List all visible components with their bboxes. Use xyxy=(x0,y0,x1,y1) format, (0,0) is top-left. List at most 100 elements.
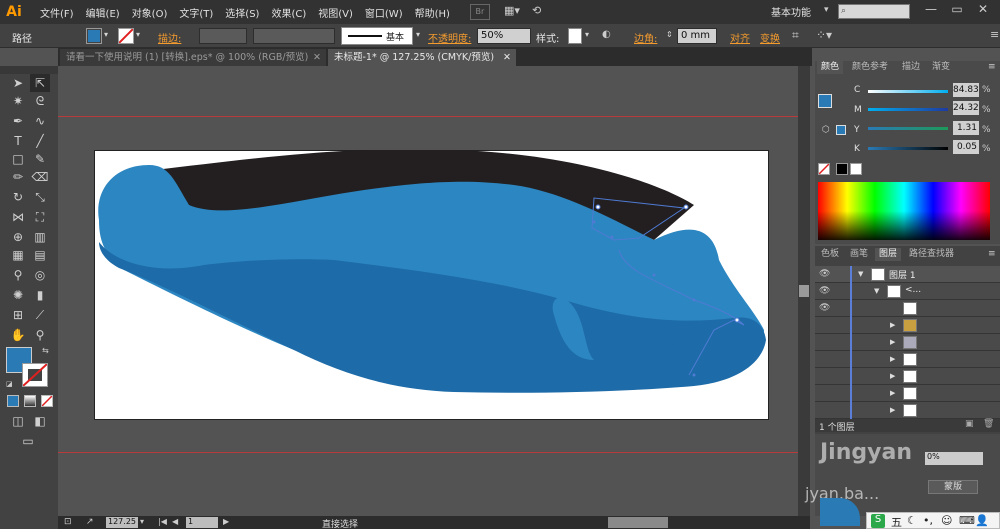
chevron-down-icon[interactable]: ▾ xyxy=(104,30,108,39)
horizontal-scrollbar-thumb[interactable] xyxy=(608,517,668,528)
arrange-documents-icon[interactable]: ▦▾ xyxy=(504,4,524,20)
graph-tool-icon[interactable]: ▮ xyxy=(30,286,50,304)
layer-row[interactable]: ▶ xyxy=(815,402,1000,419)
slice-tool-icon[interactable]: ⟋ xyxy=(30,306,50,324)
color-mode-button[interactable] xyxy=(7,395,19,407)
draw-mode-icon[interactable]: ◫ xyxy=(8,412,28,430)
hand-tool-icon[interactable]: ✋ xyxy=(8,326,28,344)
emoji-icon[interactable]: ☺ xyxy=(941,514,952,527)
moon-icon[interactable]: ☾ xyxy=(907,514,917,527)
stroke-weight-dropdown[interactable] xyxy=(199,28,247,44)
chevron-down-icon[interactable]: ▾ xyxy=(416,30,420,39)
variable-width-dropdown[interactable] xyxy=(253,28,335,44)
arrange-icon[interactable]: ⁘▾ xyxy=(816,28,832,42)
eye-icon[interactable]: 👁 xyxy=(819,303,833,313)
stroke-label[interactable]: 描边: xyxy=(158,30,181,45)
lasso-tool-icon[interactable]: ᘓ xyxy=(30,92,50,110)
chevron-right-icon[interactable]: ▶ xyxy=(890,406,895,414)
align-link[interactable]: 对齐 xyxy=(730,30,750,45)
opacity-label[interactable]: 不透明度: xyxy=(428,30,471,45)
chevron-down-icon[interactable]: ▼ xyxy=(874,287,879,295)
chevron-right-icon[interactable]: ▶ xyxy=(890,389,895,397)
out-of-gamut-swatch[interactable] xyxy=(836,125,846,135)
panel-menu-icon[interactable]: ≡ xyxy=(988,249,996,259)
paintbrush-tool-icon[interactable]: ✎ xyxy=(30,150,50,168)
slider-m[interactable] xyxy=(868,108,948,111)
ime-mode[interactable]: 五 xyxy=(891,514,902,529)
menu-window[interactable]: 窗口(W) xyxy=(359,5,409,20)
brush-definition-dropdown[interactable]: 基本 xyxy=(341,27,413,45)
stroke-color-box[interactable] xyxy=(22,363,48,387)
artboard-nav-icon[interactable]: ⊡ xyxy=(64,517,72,527)
keyboard-icon[interactable]: ⌨ xyxy=(959,514,975,527)
layer-row[interactable]: ▶ xyxy=(815,334,1000,351)
layer-name[interactable]: 图层 1 xyxy=(889,268,916,281)
corner-label[interactable]: 边角: xyxy=(634,30,657,45)
scrollbar-thumb[interactable] xyxy=(799,285,809,297)
recolor-icon[interactable]: ◐ xyxy=(602,29,611,40)
eraser-tool-icon[interactable]: ⌫ xyxy=(30,168,50,186)
slider-y[interactable] xyxy=(868,127,948,130)
magic-wand-tool-icon[interactable]: ✷ xyxy=(8,92,28,110)
make-mask-button[interactable]: 蒙版 xyxy=(928,480,978,494)
eye-icon[interactable]: 👁 xyxy=(819,286,833,296)
layer-row[interactable]: 👁 ▼ <... xyxy=(815,283,1000,300)
type-tool-icon[interactable]: T xyxy=(8,132,28,150)
artwork[interactable] xyxy=(94,150,769,420)
tab-pathfinder[interactable]: 路径查找器 xyxy=(905,248,958,261)
selection-tool-icon[interactable]: ➤ xyxy=(8,74,28,92)
chevron-down-icon[interactable]: ▾ xyxy=(136,30,140,39)
tab-swatches[interactable]: 色板 xyxy=(817,248,843,261)
tab-color-guide[interactable]: 颜色参考 xyxy=(848,61,892,74)
minimize-icon[interactable]: — xyxy=(920,2,942,20)
pen-tool-icon[interactable]: ✒ xyxy=(8,112,28,130)
perspective-grid-tool-icon[interactable]: ▥ xyxy=(30,228,50,246)
layer-row[interactable]: ▶ xyxy=(815,368,1000,385)
chevron-down-icon[interactable]: ▾ xyxy=(585,30,589,39)
layer-row[interactable]: 👁 xyxy=(815,300,1000,317)
color-spectrum[interactable] xyxy=(818,182,990,240)
chevron-right-icon[interactable]: ▶ xyxy=(890,321,895,329)
chevron-right-icon[interactable]: ▶ xyxy=(890,372,895,380)
isolate-icon[interactable]: ⌗ xyxy=(792,28,799,43)
panel-menu-icon[interactable]: ≡ xyxy=(990,28,999,41)
layer-row[interactable]: ▶ xyxy=(815,317,1000,334)
fill-swatch[interactable] xyxy=(86,28,102,44)
draw-behind-icon[interactable]: ◧ xyxy=(30,412,50,430)
eye-icon[interactable]: 👁 xyxy=(819,269,833,279)
tab-color[interactable]: 颜色 xyxy=(817,61,844,74)
direct-selection-tool-icon[interactable]: ⇱ xyxy=(30,74,50,92)
eyedropper-tool-icon[interactable]: ⚲ xyxy=(8,266,28,284)
workspace-switcher[interactable]: 基本功能 xyxy=(771,4,811,19)
close-icon[interactable]: ✕ xyxy=(972,2,994,20)
channel-value-k[interactable]: 0.05 xyxy=(953,140,979,154)
none-swatch[interactable] xyxy=(818,163,830,175)
stepper-icon[interactable]: ⇕ xyxy=(666,30,673,39)
menu-help[interactable]: 帮助(H) xyxy=(409,5,456,20)
menu-object[interactable]: 对象(O) xyxy=(126,5,174,20)
menu-view[interactable]: 视图(V) xyxy=(312,5,359,20)
channel-value-y[interactable]: 1.31 xyxy=(953,121,979,135)
stroke-swatch[interactable] xyxy=(118,28,134,44)
tab-layers[interactable]: 图层 xyxy=(875,248,902,261)
tab-gradient[interactable]: 渐变 xyxy=(928,61,954,74)
color-panel-fill-box[interactable] xyxy=(818,94,832,108)
opacity-field-small[interactable]: 0% xyxy=(925,452,983,465)
tab-stroke[interactable]: 描边 xyxy=(898,61,924,74)
zoom-field[interactable]: 127.25 xyxy=(106,517,138,528)
new-layer-icon[interactable]: ▣ xyxy=(965,419,974,429)
tab-brushes[interactable]: 画笔 xyxy=(846,248,872,261)
free-transform-tool-icon[interactable]: ⛶ xyxy=(30,208,50,226)
trash-icon[interactable]: 🗑 xyxy=(983,419,994,429)
opacity-field[interactable]: 50% xyxy=(477,28,531,44)
ime-logo-icon[interactable]: S xyxy=(871,514,885,528)
prev-page-icon[interactable]: ◀ xyxy=(172,517,178,526)
swap-colors-icon[interactable]: ⇆ xyxy=(42,346,49,355)
tab-document-2[interactable]: 未标题-1* @ 127.25% (CMYK/预览) ✕ xyxy=(328,49,516,66)
menu-type[interactable]: 文字(T) xyxy=(173,5,219,20)
gpu-icon[interactable]: ⟲ xyxy=(532,4,552,20)
next-page-icon[interactable]: ▶ xyxy=(223,517,229,526)
punctuation-icon[interactable]: •, xyxy=(923,514,933,527)
none-mode-button[interactable] xyxy=(41,395,53,407)
zoom-tool-icon[interactable]: ⚲ xyxy=(30,326,50,344)
